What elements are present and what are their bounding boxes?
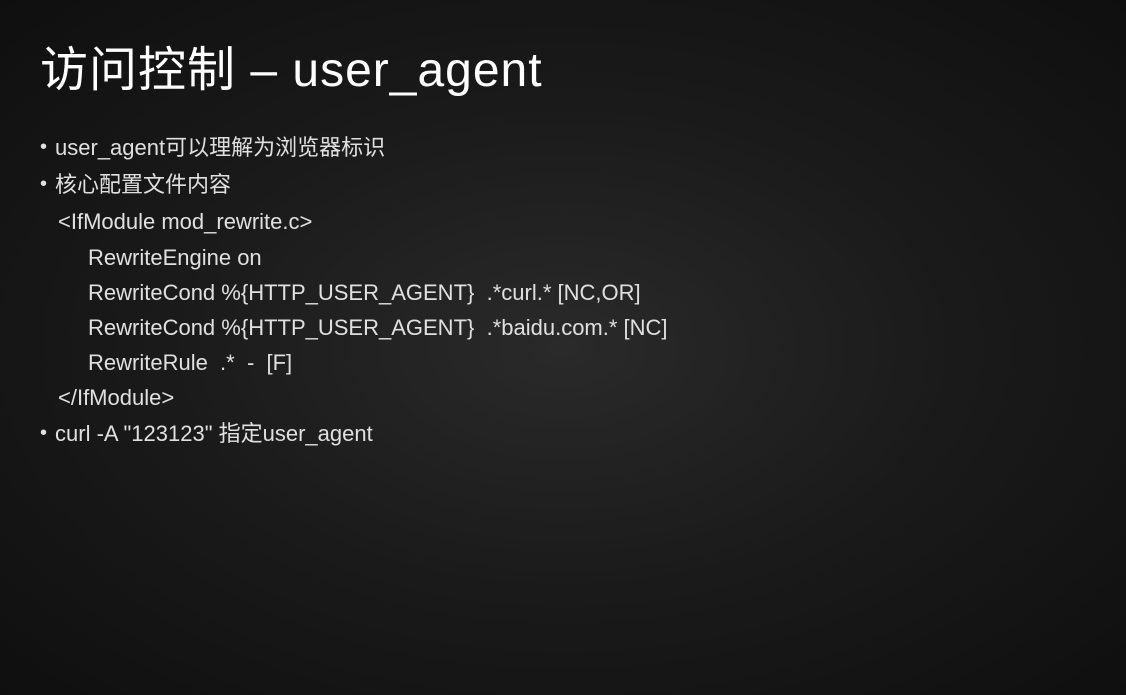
bullet-text-2: 核心配置文件内容 [55, 167, 1086, 202]
bullet-item-1: • user_agent可以理解为浏览器标识 [40, 130, 1086, 165]
bullet-icon: • [40, 167, 47, 201]
bullet-item-2: • 核心配置文件内容 [40, 167, 1086, 202]
bullet-text-1: user_agent可以理解为浏览器标识 [55, 130, 1086, 165]
code-line-1: <IfModule mod_rewrite.c> [58, 204, 1086, 239]
slide-content: • user_agent可以理解为浏览器标识 • 核心配置文件内容 <IfMod… [40, 130, 1086, 451]
code-line-3: RewriteCond %{HTTP_USER_AGENT} .*curl.* … [58, 275, 1086, 310]
bullet-icon: • [40, 130, 47, 164]
code-line-6: </IfModule> [58, 380, 1086, 415]
code-block: <IfModule mod_rewrite.c> RewriteEngine o… [40, 204, 1086, 415]
code-line-5: RewriteRule .* - [F] [58, 345, 1086, 380]
code-line-2: RewriteEngine on [58, 240, 1086, 275]
code-line-4: RewriteCond %{HTTP_USER_AGENT} .*baidu.c… [58, 310, 1086, 345]
bullet-item-3: • curl -A "123123" 指定user_agent [40, 416, 1086, 451]
bullet-icon: • [40, 416, 47, 450]
slide-title: 访问控制 – user_agent [40, 30, 1086, 100]
bullet-text-3: curl -A "123123" 指定user_agent [55, 416, 1086, 451]
